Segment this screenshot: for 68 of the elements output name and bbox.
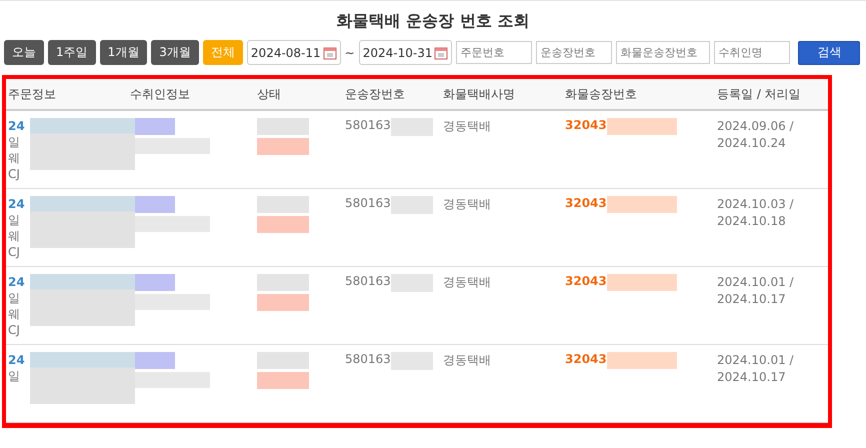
- order-info-text: 24: [8, 352, 25, 368]
- cargo-invoice-number: 32043: [565, 352, 607, 366]
- date-text: 2024.10.01 / 2024.10.17: [717, 352, 795, 386]
- redacted-block: [257, 274, 309, 291]
- redacted-block: [257, 196, 309, 213]
- redacted-block: [606, 196, 677, 213]
- date-text: 2024.10.01 / 2024.10.17: [717, 274, 795, 308]
- redacted-block: [257, 118, 309, 135]
- redacted-block: [390, 118, 433, 136]
- courier-name: 경동택배: [443, 119, 491, 133]
- redacted-block: [606, 118, 677, 135]
- order-info-text: 일: [8, 368, 20, 384]
- courier-name: 경동택배: [443, 353, 491, 367]
- courier-name: 경동택배: [443, 275, 491, 289]
- redacted-block: [257, 216, 309, 233]
- redacted-block: [606, 352, 677, 369]
- calendar-icon: [434, 46, 448, 60]
- courier-name: 경동택배: [443, 197, 491, 211]
- order-info-text: 웨: [8, 228, 20, 244]
- date-range-separator: ~: [344, 46, 355, 60]
- order-info-text: 일: [8, 212, 20, 228]
- order-info-text: CJ: [8, 166, 20, 182]
- order-info-text: CJ: [8, 322, 20, 338]
- search-field[interactable]: 주문번호: [456, 41, 532, 64]
- date-from-field[interactable]: 2024-08-11: [246, 40, 341, 65]
- column-header: 등록일 / 처리일: [715, 79, 828, 110]
- redacted-block: [390, 274, 433, 292]
- waybill-number: 580163: [345, 274, 391, 288]
- redacted-block: [257, 138, 309, 155]
- date-text: 2024.09.06 / 2024.10.24: [717, 118, 795, 152]
- order-info-text: 24: [8, 196, 25, 212]
- column-header: 상태: [255, 79, 343, 110]
- order-info-text: 웨: [8, 150, 20, 166]
- redacted-block: [390, 196, 433, 214]
- waybill-number: 580163: [345, 196, 391, 210]
- redacted-block: [257, 294, 309, 311]
- period-button[interactable]: 1주일: [48, 40, 96, 65]
- cargo-invoice-number: 32043: [565, 196, 607, 210]
- order-info-text: 웨: [8, 306, 20, 322]
- redacted-block: [606, 274, 677, 291]
- period-button[interactable]: 오늘: [4, 40, 44, 65]
- redacted-block: [257, 352, 309, 369]
- date-text: 2024.10.03 / 2024.10.18: [717, 196, 795, 230]
- redacted-block: [257, 372, 309, 389]
- column-header: 화물택배사명: [441, 79, 563, 110]
- column-header: 수취인정보: [128, 79, 255, 110]
- order-info-text: 일: [8, 134, 20, 150]
- waybill-number: 580163: [345, 118, 391, 132]
- calendar-icon: [322, 46, 337, 60]
- date-to-field[interactable]: 2024-10-31: [358, 40, 452, 65]
- period-button[interactable]: 1개월: [100, 40, 148, 65]
- column-header: 화물송장번호: [563, 79, 715, 110]
- waybill-number: 580163: [345, 352, 391, 366]
- column-header: 주문정보: [6, 79, 128, 110]
- cargo-invoice-number: 32043: [565, 118, 607, 132]
- period-button[interactable]: 3개월: [151, 40, 199, 65]
- column-header: 운송장번호: [343, 79, 441, 110]
- search-field[interactable]: 운송장번호: [536, 41, 612, 64]
- order-info-text: 24: [8, 118, 25, 134]
- order-info-text: 24: [8, 274, 25, 290]
- search-field[interactable]: 화물운송장번호: [616, 41, 710, 64]
- search-field[interactable]: 수취인명: [714, 41, 790, 64]
- cargo-invoice-number: 32043: [565, 274, 607, 288]
- order-info-text: CJ: [8, 244, 20, 260]
- order-info-text: 일: [8, 290, 20, 306]
- page-title: 화물택배 운송장 번호 조회: [336, 11, 530, 32]
- redacted-block: [390, 352, 433, 370]
- search-button[interactable]: 검색: [798, 40, 860, 64]
